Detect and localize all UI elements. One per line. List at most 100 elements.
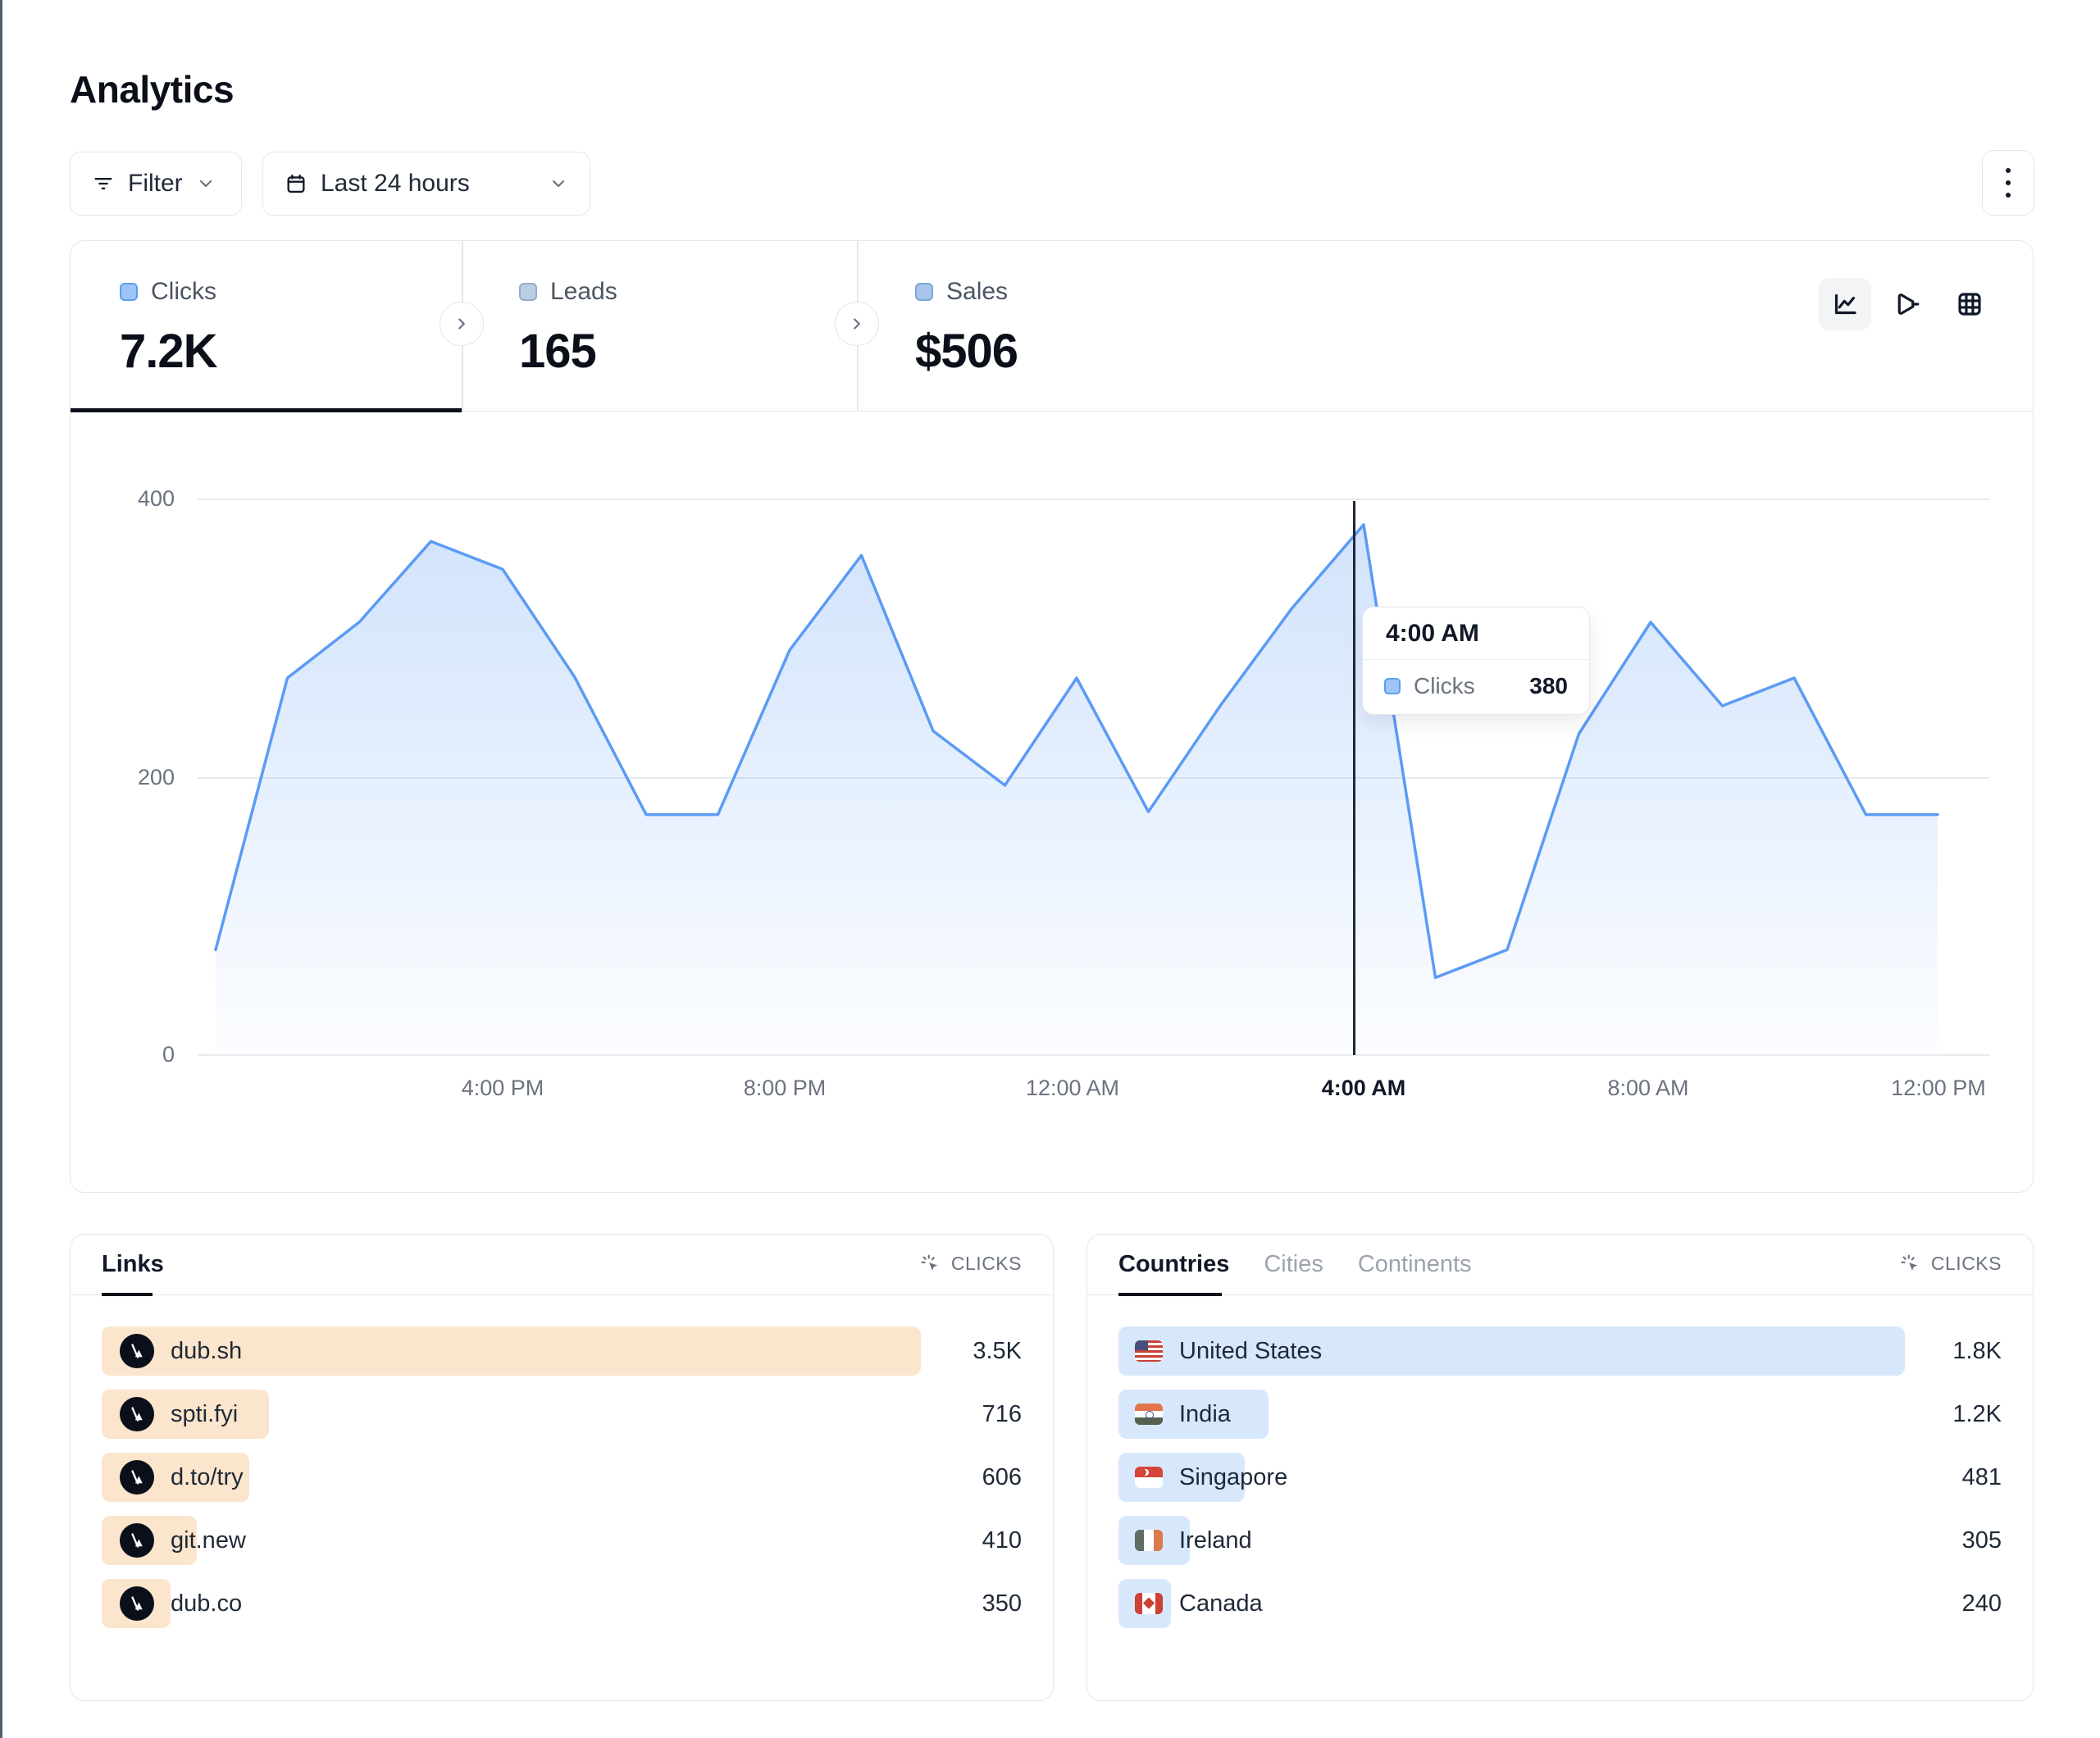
tab-countries[interactable]: Countries xyxy=(1118,1246,1229,1282)
link-label: spti.fyi xyxy=(171,1401,238,1428)
links-panel-header: Links CLICKS xyxy=(71,1235,1053,1295)
clicks-tab-value: 7.2K xyxy=(120,324,217,379)
countries-tab-underline xyxy=(1118,1293,1222,1296)
links-rows: dub.sh 3.5K spti.fyi 716 xyxy=(102,1326,1022,1642)
flag-united-states-icon xyxy=(1135,1340,1163,1362)
active-tab-underline xyxy=(71,408,462,412)
x-tick: 12:00 PM xyxy=(1873,1076,2004,1101)
link-row[interactable]: dub.sh 3.5K xyxy=(102,1326,1022,1376)
link-row[interactable]: dub.co 350 xyxy=(102,1579,1022,1628)
date-range-label: Last 24 hours xyxy=(321,170,470,198)
expand-leads-chevron-button[interactable] xyxy=(835,302,879,346)
x-tick: 4:00 PM xyxy=(437,1076,568,1101)
expand-clicks-chevron-button[interactable] xyxy=(440,302,484,346)
chevron-down-icon xyxy=(196,174,216,193)
filter-button-label: Filter xyxy=(128,170,183,198)
flag-canada-icon xyxy=(1135,1593,1163,1614)
cursor-click-icon xyxy=(919,1253,941,1275)
country-value: 481 xyxy=(1962,1453,2002,1502)
tab-links[interactable]: Links xyxy=(102,1246,164,1282)
grid-table-icon xyxy=(1955,289,1984,319)
dub-logo-icon xyxy=(120,1397,154,1431)
flag-ireland-icon xyxy=(1135,1530,1163,1551)
line-chart-icon xyxy=(1830,289,1860,319)
sales-tab-value: $506 xyxy=(915,324,1018,379)
tab-sales[interactable]: Sales $506 xyxy=(857,241,1267,411)
x-tick-highlighted: 4:00 AM xyxy=(1298,1076,1429,1101)
cursor-click-icon xyxy=(1899,1253,1921,1275)
tab-clicks[interactable]: Clicks 7.2K xyxy=(71,241,462,411)
link-label: dub.sh xyxy=(171,1338,242,1365)
hover-crosshair-line xyxy=(1353,501,1355,1055)
clicks-series-swatch-icon xyxy=(120,283,138,301)
country-label: Canada xyxy=(1179,1590,1263,1617)
links-metric-label: CLICKS xyxy=(951,1253,1022,1275)
link-value: 606 xyxy=(982,1453,1022,1502)
x-tick: 12:00 AM xyxy=(1007,1076,1138,1101)
countries-metric-label: CLICKS xyxy=(1931,1253,2002,1275)
filter-button[interactable]: Filter xyxy=(70,152,242,216)
link-label: dub.co xyxy=(171,1590,242,1617)
kebab-menu-icon xyxy=(2006,168,2011,173)
country-label: Singapore xyxy=(1179,1464,1287,1491)
country-row[interactable]: India 1.2K xyxy=(1118,1390,2002,1439)
chart-area-fill xyxy=(216,525,1938,1054)
link-value: 3.5K xyxy=(973,1326,1022,1376)
tab-leads[interactable]: Leads 165 xyxy=(462,241,857,411)
tooltip-time: 4:00 AM xyxy=(1363,607,1589,660)
stats-tabs-row: Clicks 7.2K Leads 165 xyxy=(71,241,2033,412)
link-row[interactable]: d.to/try 606 xyxy=(102,1453,1022,1502)
dub-logo-icon xyxy=(120,1334,154,1368)
y-tick-200: 200 xyxy=(101,765,175,790)
clicks-area-chart[interactable] xyxy=(198,485,1989,1058)
chevron-right-icon xyxy=(453,315,471,333)
countries-panel-header: Countries Cities Continents CLICKS xyxy=(1087,1235,2033,1295)
link-value: 410 xyxy=(982,1516,1022,1565)
link-row[interactable]: spti.fyi 716 xyxy=(102,1390,1022,1439)
y-tick-0: 0 xyxy=(101,1042,175,1067)
page-title: Analytics xyxy=(70,67,234,111)
view-grid-table-button[interactable] xyxy=(1943,278,1996,330)
y-tick-400: 400 xyxy=(101,486,175,512)
dub-logo-icon xyxy=(120,1586,154,1621)
link-value: 350 xyxy=(982,1579,1022,1628)
link-label: git.new xyxy=(171,1527,246,1554)
tooltip-value: 380 xyxy=(1529,673,1568,699)
country-label: United States xyxy=(1179,1338,1322,1365)
country-value: 305 xyxy=(1962,1516,2002,1565)
chevron-right-icon xyxy=(848,315,866,333)
filter-lines-icon xyxy=(92,172,115,195)
countries-rows: United States 1.8K India 1.2K Singapore … xyxy=(1118,1326,2002,1642)
x-tick: 8:00 PM xyxy=(719,1076,850,1101)
leads-tab-value: 165 xyxy=(519,324,617,379)
country-row[interactable]: Singapore 481 xyxy=(1118,1453,2002,1502)
dub-logo-icon xyxy=(120,1523,154,1558)
country-label: Ireland xyxy=(1179,1527,1252,1554)
link-row[interactable]: git.new 410 xyxy=(102,1516,1022,1565)
country-row[interactable]: Canada 240 xyxy=(1118,1579,2002,1628)
dub-logo-icon xyxy=(120,1460,154,1495)
links-metric-selector[interactable]: CLICKS xyxy=(919,1253,1022,1275)
country-row[interactable]: United States 1.8K xyxy=(1118,1326,2002,1376)
country-label: India xyxy=(1179,1401,1231,1428)
tab-cities[interactable]: Cities xyxy=(1264,1246,1323,1282)
left-edge-strip xyxy=(0,0,2,1738)
flag-singapore-icon xyxy=(1135,1467,1163,1488)
country-value: 1.2K xyxy=(1952,1390,2002,1439)
sales-series-swatch-icon xyxy=(915,283,933,301)
links-panel: Links CLICKS dub.sh 3.5K xyxy=(70,1234,1054,1701)
more-options-button[interactable] xyxy=(1982,150,2034,216)
leads-tab-label: Leads xyxy=(550,278,617,306)
date-range-button[interactable]: Last 24 hours xyxy=(262,152,590,216)
analytics-card: Clicks 7.2K Leads 165 xyxy=(70,240,2034,1193)
country-row[interactable]: Ireland 305 xyxy=(1118,1516,2002,1565)
view-line-chart-button[interactable] xyxy=(1819,278,1871,330)
countries-metric-selector[interactable]: CLICKS xyxy=(1899,1253,2002,1275)
chevron-down-icon xyxy=(549,174,568,193)
link-value: 716 xyxy=(982,1390,1022,1439)
x-tick: 8:00 AM xyxy=(1583,1076,1714,1101)
clicks-series-swatch-icon xyxy=(1384,678,1401,694)
tab-continents[interactable]: Continents xyxy=(1358,1246,1472,1282)
sales-tab-label: Sales xyxy=(946,278,1008,306)
view-funnel-chart-button[interactable] xyxy=(1881,278,1934,330)
